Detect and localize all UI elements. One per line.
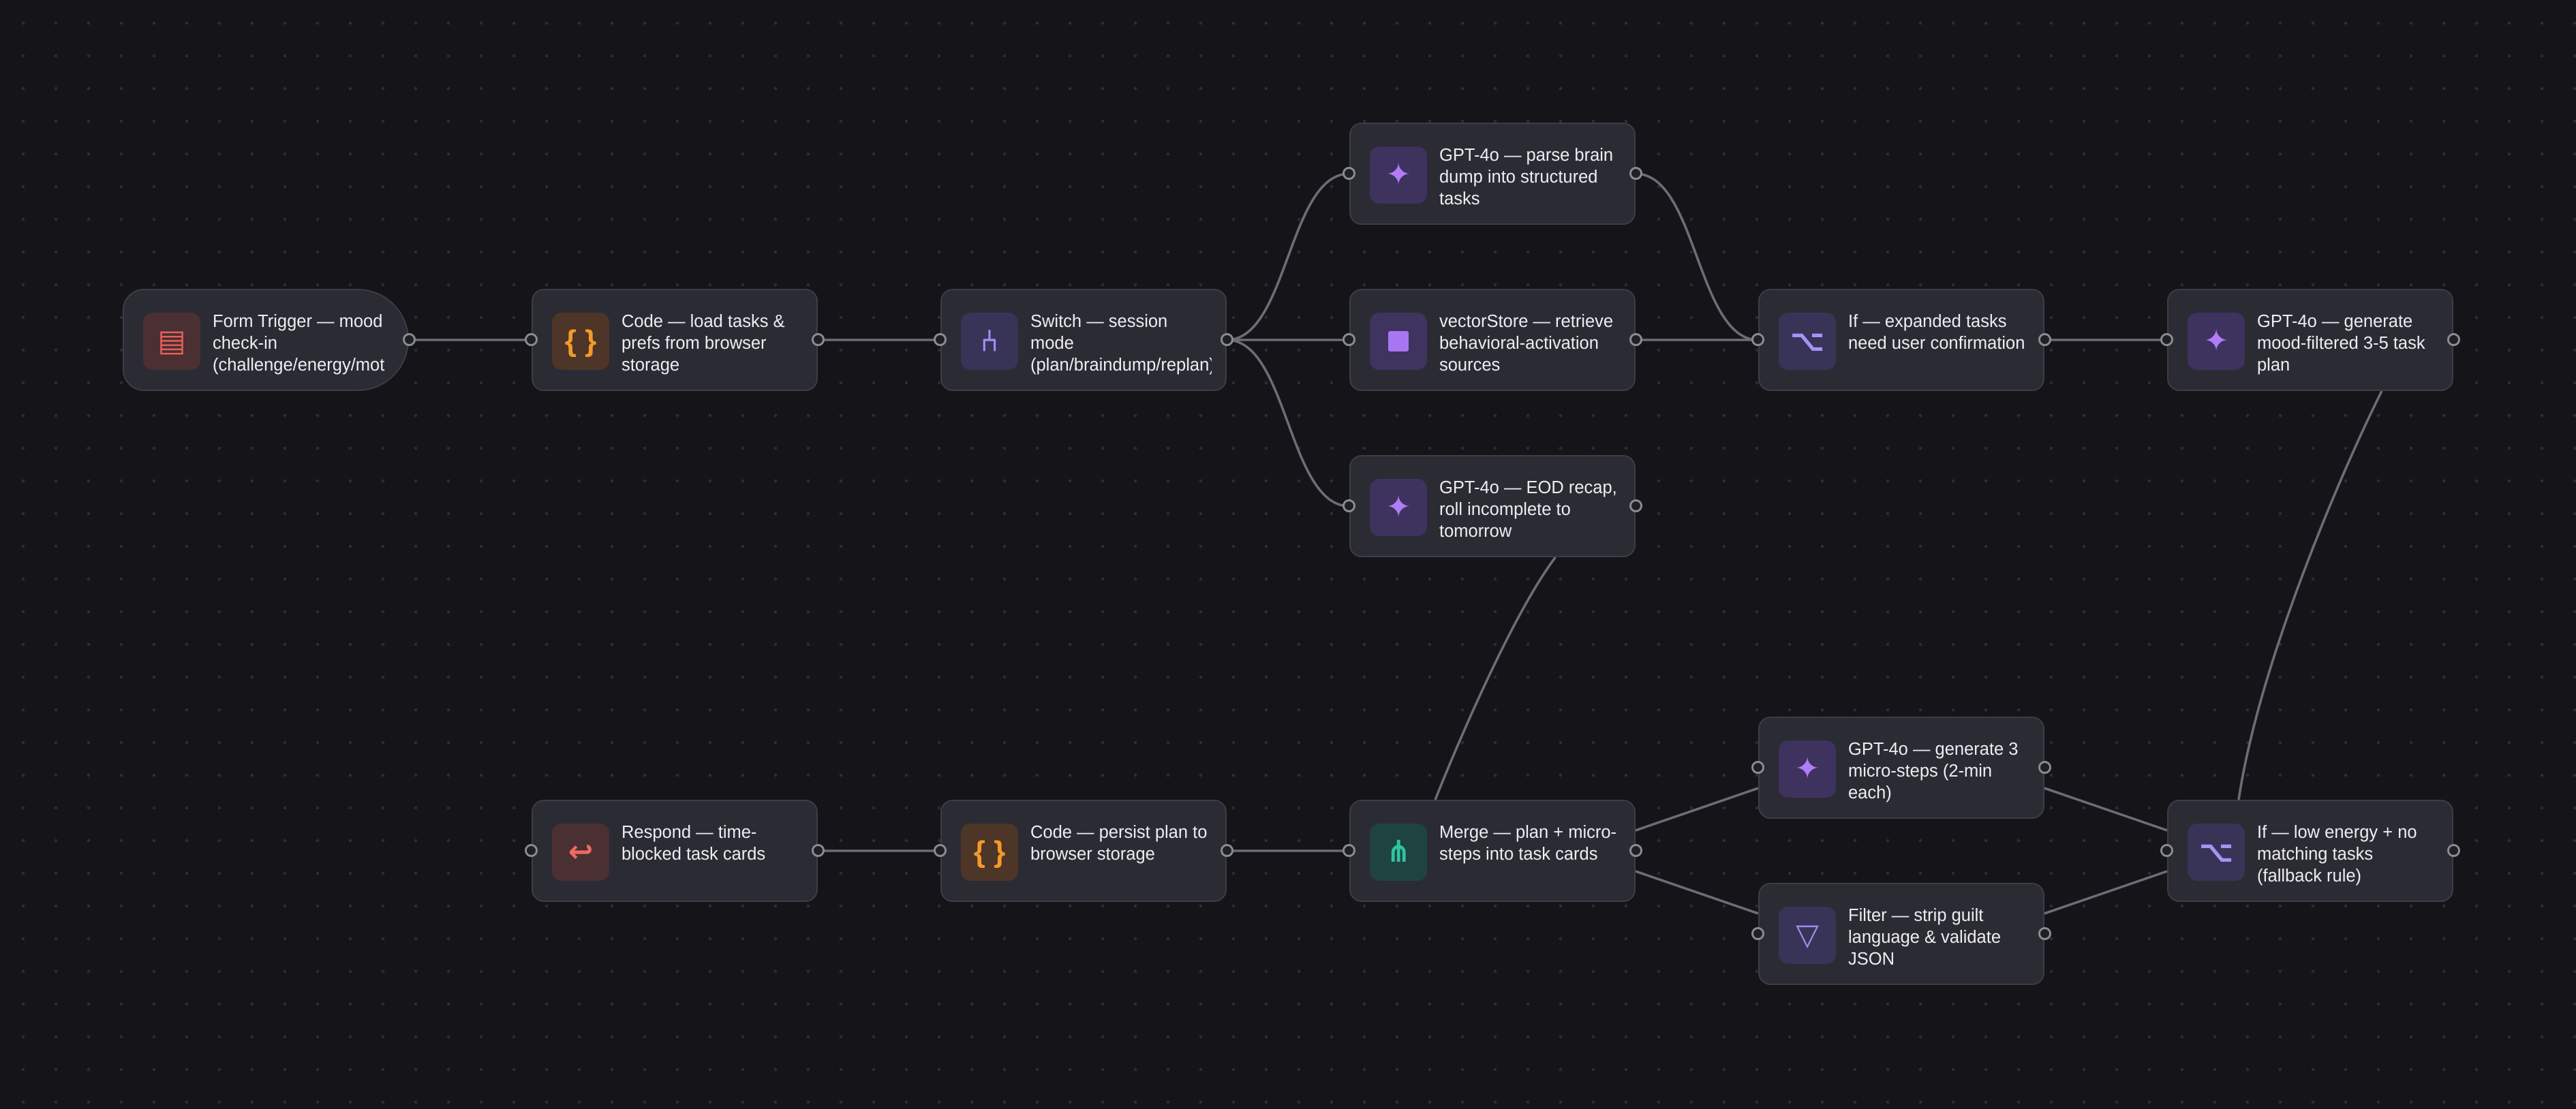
output-port[interactable] [2447,333,2460,346]
node-merge-task-cards[interactable]: ⋔ Merge — plan + micro-steps into task c… [1343,800,1642,902]
form-icon: ▤ [143,313,200,370]
connections-layer [409,172,2383,915]
node-label: GPT-4o — generate 3 micro-steps (2-min e… [1848,740,2019,802]
ai-sparkle-icon: ✦ [2188,313,2245,370]
output-port[interactable] [1629,844,1642,857]
node-label: Merge — plan + micro-steps into task car… [1439,823,1617,864]
node-label: If — expanded tasks need user confirmati… [1848,312,2025,353]
node-label: Respond — time-blocked task cards [622,823,766,864]
if-branch-icon: ⌥ [1779,313,1836,370]
output-port[interactable] [2038,927,2051,940]
node-label: Code — persist plan to browser storage [1030,823,1208,864]
output-port[interactable] [1221,844,1233,857]
node-label: Filter — strip guilt language & validate… [1848,906,2002,969]
node-gpt-generate-plan[interactable]: ✦ GPT-4o — generate mood-filtered 3-5 ta… [2160,289,2460,391]
output-port[interactable] [1629,167,1642,180]
node-switch-session-mode[interactable]: ⑃ Switch — session mode (plan/braindump/… [934,289,1233,391]
node-label: Code — load tasks & prefs from browser s… [622,312,785,375]
output-port[interactable] [812,333,825,346]
input-port[interactable] [2160,844,2173,857]
node-if-low-energy[interactable]: ⌥ If — low energy + no matching tasks (f… [2160,800,2460,902]
workflow-canvas[interactable]: ▤ Form Trigger — mood check-in (challeng… [0,0,2576,1109]
output-port[interactable] [1629,499,1642,512]
node-respond-task-cards[interactable]: ↩ Respond — time-blocked task cards [525,800,825,902]
if-branch-icon: ⌥ [2188,824,2245,881]
output-port[interactable] [2038,761,2051,774]
input-port[interactable] [525,844,538,857]
input-port[interactable] [934,844,947,857]
node-label: GPT-4o — EOD recap, roll incomplete to t… [1439,478,1617,541]
input-port[interactable] [1751,927,1764,940]
code-braces-icon: { } [552,313,609,370]
node-gpt-parse-brain-dump[interactable]: ✦ GPT-4o — parse brain dump into structu… [1343,123,1642,225]
connection-gpt_micro-to-merge[interactable] [1635,787,1759,832]
connection-filter_guilt-to-merge[interactable] [1635,870,1759,915]
output-port[interactable] [1221,333,1233,346]
input-port[interactable] [1343,167,1355,180]
input-port[interactable] [2160,333,2173,346]
ai-sparkle-icon: ✦ [1779,740,1836,798]
input-port[interactable] [1751,333,1764,346]
input-port[interactable] [525,333,538,346]
connection-gpt_plan-to-if_low_energy[interactable] [2237,390,2383,800]
connection-switch_mode-to-gpt_parse[interactable] [1226,172,1350,341]
filter-funnel-icon: ▽ [1779,907,1836,964]
node-label: Switch — session mode (plan/braindump/re… [1030,312,1212,375]
respond-return-icon: ↩ [552,824,609,881]
output-port[interactable] [403,333,416,346]
node-label: If — low energy + no matching tasks (fal… [2257,823,2417,886]
connection-gpt_parse-to-if_expanded[interactable] [1635,172,1759,341]
node-vector-store[interactable]: vectorStore — retrieve behavioral-activa… [1343,289,1642,391]
switch-branch-icon: ⑃ [961,313,1018,370]
node-gpt-eod-recap[interactable]: ✦ GPT-4o — EOD recap, roll incomplete to… [1343,455,1642,557]
node-filter-guilt-language[interactable]: ▽ Filter — strip guilt language & valida… [1751,883,2051,985]
node-label: vectorStore — retrieve behavioral-activa… [1439,312,1614,375]
connection-gpt_eod-to-merge[interactable] [1434,556,1557,800]
output-port[interactable] [2447,844,2460,857]
node-code-load-tasks[interactable]: { } Code — load tasks & prefs from brows… [525,289,825,391]
output-port[interactable] [1629,333,1642,346]
node-form-trigger[interactable]: ▤ Form Trigger — mood check-in (challeng… [123,289,416,391]
merge-icon: ⋔ [1370,824,1427,881]
input-port[interactable] [1343,844,1355,857]
input-port[interactable] [934,333,947,346]
node-code-persist-plan[interactable]: { } Code — persist plan to browser stora… [934,800,1233,902]
input-port[interactable] [1343,499,1355,512]
ai-sparkle-icon: ✦ [1370,479,1427,536]
node-if-expanded-tasks[interactable]: ⌥ If — expanded tasks need user confirma… [1751,289,2051,391]
node-label: GPT-4o — generate mood-filtered 3-5 task… [2257,312,2425,375]
output-port[interactable] [2038,333,2051,346]
connection-switch_mode-to-gpt_eod[interactable] [1226,339,1350,507]
node-label: GPT-4o — parse brain dump into structure… [1439,146,1614,208]
vector-store-icon [1370,313,1427,370]
connection-if_low_energy-to-gpt_micro[interactable] [2044,787,2168,832]
input-port[interactable] [1343,333,1355,346]
code-braces-icon: { } [961,824,1018,881]
node-label: Form Trigger — mood check-in (challenge/… [213,312,385,375]
input-port[interactable] [1751,761,1764,774]
connection-if_low_energy-to-filter_guilt[interactable] [2044,870,2168,915]
output-port[interactable] [812,844,825,857]
node-gpt-micro-steps[interactable]: ✦ GPT-4o — generate 3 micro-steps (2-min… [1751,717,2051,819]
ai-sparkle-icon: ✦ [1370,146,1427,204]
